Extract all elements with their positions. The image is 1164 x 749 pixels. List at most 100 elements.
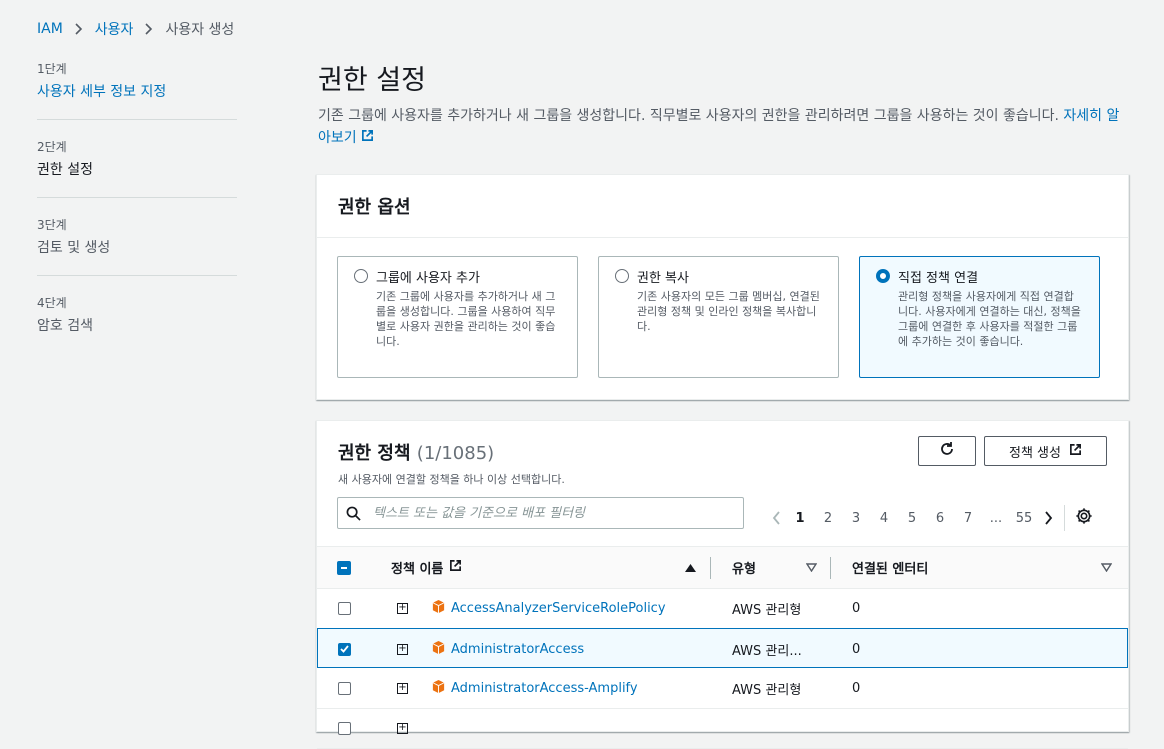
- external-link-icon: [361, 130, 374, 146]
- sort-ascending-icon[interactable]: [685, 547, 696, 588]
- wizard-steps: 1단계 사용자 세부 정보 지정 2단계 권한 설정 3단계 검토 및 생성 4…: [37, 60, 237, 371]
- refresh-button[interactable]: [918, 436, 976, 466]
- chevron-right-icon: [75, 23, 83, 35]
- step-3: 3단계 검토 및 생성: [37, 216, 237, 276]
- option-copy-permissions[interactable]: 권한 복사 기존 사용자의 모든 그룹 멤버십, 연결된 관리형 정책 및 인라…: [598, 256, 839, 378]
- radio-button-selected[interactable]: [876, 269, 890, 283]
- step-1: 1단계 사용자 세부 정보 지정: [37, 60, 237, 120]
- radio-button[interactable]: [354, 269, 368, 283]
- select-all-checkbox[interactable]: [337, 560, 351, 575]
- create-policy-label: 정책 생성: [1009, 445, 1061, 461]
- policy-name-link[interactable]: AdministratorAccess-Amplify: [431, 668, 638, 708]
- step-4: 4단계 암호 검색: [37, 294, 237, 353]
- page-4[interactable]: 4: [870, 511, 898, 526]
- row-checkbox-cell: [338, 588, 351, 628]
- option-title: 권한 복사: [637, 271, 689, 286]
- page-7[interactable]: 7: [954, 511, 982, 526]
- policies-table-header: 정책 이름 유형 연결된 엔터티: [317, 546, 1128, 589]
- search-icon: [346, 506, 361, 521]
- step-number: 3단계: [37, 218, 67, 232]
- table-row[interactable]: + AccessAnalyzerServiceRolePolicy AWS 관리…: [317, 588, 1128, 629]
- settings-gear-icon[interactable]: [1075, 507, 1093, 529]
- aws-managed-policy-icon: [431, 679, 446, 698]
- step-number: 1단계: [37, 62, 67, 76]
- row-checkbox[interactable]: [338, 681, 351, 695]
- policy-entities: 0: [852, 680, 861, 696]
- option-add-to-group[interactable]: 그룹에 사용자 추가 기존 그룹에 사용자를 추가하거나 새 그룹을 생성합니다…: [337, 256, 578, 378]
- policy-name: AdministratorAccess-Amplify: [451, 680, 638, 696]
- aws-managed-policy-icon: [431, 599, 446, 618]
- policy-entities: 0: [852, 641, 861, 657]
- column-divider: [830, 557, 831, 579]
- policy-entities: 0: [852, 600, 861, 616]
- page-description: 기존 그룹에 사용자를 추가하거나 새 그룹을 생성합니다. 직무별로 사용자의…: [318, 105, 1128, 149]
- page-2[interactable]: 2: [814, 511, 842, 526]
- policy-type: AWS 관리형: [732, 682, 802, 698]
- col-type[interactable]: 유형: [732, 547, 756, 588]
- col-entities[interactable]: 연결된 엔터티: [852, 547, 928, 588]
- permission-options-panel: 권한 옵션 그룹에 사용자 추가 기존 그룹에 사용자를 추가하거나 새 그룹을…: [316, 174, 1129, 400]
- option-title: 그룹에 사용자 추가: [376, 271, 480, 286]
- policies-header: 권한 정책 (1/1085) 새 사용자에 연결할 정책을 하나 이상 선택합니…: [338, 439, 565, 487]
- page-3[interactable]: 3: [842, 511, 870, 526]
- search-input[interactable]: [371, 504, 735, 522]
- chevron-right-icon[interactable]: [1038, 511, 1058, 525]
- policies-subtitle: 새 사용자에 연결할 정책을 하나 이상 선택합니다.: [338, 473, 565, 486]
- refresh-icon: [939, 441, 955, 461]
- breadcrumb-users[interactable]: 사용자: [95, 19, 134, 39]
- policy-type: AWS 관리형: [732, 602, 802, 618]
- option-description: 관리형 정책을 사용자에게 직접 연결합니다. 사용자에게 연결하는 대신, 정…: [898, 290, 1081, 348]
- chevron-left-icon[interactable]: [766, 511, 786, 525]
- policies-title-text: 권한 정책: [338, 443, 411, 464]
- policy-name: AdministratorAccess: [451, 641, 585, 657]
- table-row-selected[interactable]: + AdministratorAccess AWS 관리... 0: [317, 628, 1128, 668]
- option-description: 기존 그룹에 사용자를 추가하거나 새 그룹을 생성합니다. 그룹을 사용하여 …: [376, 290, 556, 348]
- col-policy-name-label: 정책 이름: [391, 562, 444, 577]
- policy-type: AWS 관리...: [732, 643, 802, 659]
- page-1[interactable]: 1: [786, 511, 814, 526]
- policy-name-link[interactable]: AccessAnalyzerServiceRolePolicy: [431, 588, 666, 628]
- step-link-user-details[interactable]: 사용자 세부 정보 지정: [37, 81, 237, 101]
- col-type-label: 유형: [732, 562, 756, 577]
- chevron-right-icon: [145, 23, 153, 35]
- table-row-partial[interactable]: +: [317, 708, 1128, 749]
- step-2: 2단계 권한 설정: [37, 138, 237, 198]
- page-6[interactable]: 6: [926, 511, 954, 526]
- create-policy-button[interactable]: 정책 생성: [984, 436, 1107, 466]
- step-label-current: 권한 설정: [37, 162, 93, 178]
- option-description: 기존 사용자의 모든 그룹 멤버십, 연결된 관리형 정책 및 인라인 정책을 …: [637, 290, 820, 333]
- select-all-cell: [337, 547, 351, 588]
- radio-button[interactable]: [615, 269, 629, 283]
- policy-name-link[interactable]: AdministratorAccess: [431, 629, 584, 669]
- expand-icon[interactable]: +: [397, 668, 408, 708]
- expand-icon[interactable]: +: [397, 629, 408, 669]
- row-checkbox-checked[interactable]: [338, 642, 351, 656]
- external-link-icon: [449, 559, 462, 576]
- expand-icon[interactable]: +: [397, 588, 408, 628]
- breadcrumb: IAM 사용자 사용자 생성: [37, 19, 234, 39]
- description-text: 기존 그룹에 사용자를 추가하거나 새 그룹을 생성합니다. 직무별로 사용자의…: [318, 108, 1064, 124]
- column-divider: [710, 557, 711, 579]
- step-label: 검토 및 생성: [37, 240, 111, 256]
- external-link-icon: [1069, 443, 1082, 460]
- sort-icon[interactable]: [806, 547, 817, 588]
- col-policy-name[interactable]: 정책 이름: [391, 547, 462, 588]
- page-55[interactable]: 55: [1010, 511, 1038, 526]
- row-checkbox[interactable]: [338, 721, 351, 735]
- row-checkbox[interactable]: [338, 601, 351, 615]
- pagination: 1 2 3 4 5 6 7 ... 55: [766, 505, 1093, 531]
- policy-name: AccessAnalyzerServiceRolePolicy: [451, 600, 666, 616]
- table-row[interactable]: + AdministratorAccess-Amplify AWS 관리형 0: [317, 668, 1128, 709]
- step-label: 암호 검색: [37, 318, 93, 334]
- sort-icon[interactable]: [1101, 547, 1112, 588]
- aws-managed-policy-icon: [431, 640, 446, 659]
- policies-title: 권한 정책 (1/1085): [338, 439, 565, 465]
- step-number: 4단계: [37, 296, 67, 310]
- row-checkbox-cell: [338, 668, 351, 708]
- page-5[interactable]: 5: [898, 511, 926, 526]
- expand-icon[interactable]: +: [397, 708, 408, 748]
- divider: [1064, 505, 1065, 531]
- breadcrumb-iam[interactable]: IAM: [37, 21, 63, 37]
- option-attach-policies[interactable]: 직접 정책 연결 관리형 정책을 사용자에게 직접 연결합니다. 사용자에게 연…: [859, 256, 1100, 378]
- policies-count: (1/1085): [416, 443, 495, 464]
